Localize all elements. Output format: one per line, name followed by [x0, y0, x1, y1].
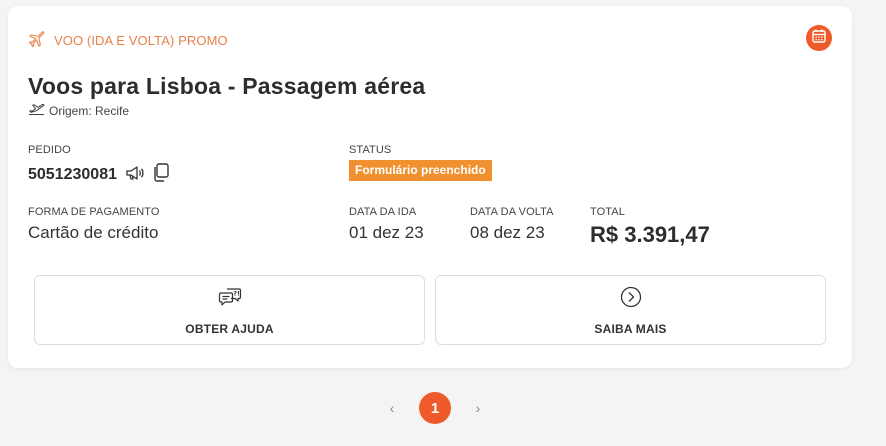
- copy-icon[interactable]: [153, 163, 169, 187]
- payment-label: FORMA DE PAGAMENTO: [28, 206, 160, 218]
- origin-row: Origem: Recife: [28, 102, 129, 119]
- payment-value: Cartão de crédito: [28, 223, 159, 242]
- megaphone-icon[interactable]: [125, 165, 145, 186]
- takeoff-icon: [28, 102, 45, 119]
- promo-header: VOO (IDA E VOLTA) PROMO: [28, 30, 228, 51]
- total-label: TOTAL: [590, 206, 625, 218]
- origin-text: Origem: Recife: [49, 103, 130, 118]
- learn-more-button[interactable]: SAIBA MAIS: [435, 275, 826, 345]
- next-page-icon[interactable]: ›: [471, 400, 485, 416]
- page-1-button[interactable]: 1: [419, 392, 451, 424]
- get-help-button[interactable]: ?! OBTER AJUDA: [34, 275, 425, 345]
- chevron-right-circle-icon: [620, 286, 642, 308]
- order-number-row: 5051230081: [28, 163, 169, 187]
- order-card: VOO (IDA E VOLTA) PROMO Voos para Lisboa…: [8, 6, 852, 368]
- prev-page-icon[interactable]: ‹: [385, 400, 399, 416]
- page-title: Voos para Lisboa - Passagem aérea: [28, 73, 426, 99]
- airplane-icon: [28, 30, 46, 51]
- order-label: PEDIDO: [28, 144, 71, 156]
- promo-label: VOO (IDA E VOLTA) PROMO: [54, 33, 228, 48]
- help-chat-icon: ?!: [218, 286, 242, 308]
- calendar-icon: [811, 28, 827, 49]
- get-help-label: OBTER AJUDA: [185, 322, 274, 336]
- status-label: STATUS: [349, 144, 392, 156]
- departure-label: DATA DA IDA: [349, 206, 417, 218]
- return-label: DATA DA VOLTA: [470, 206, 554, 218]
- total-value: R$ 3.391,47: [590, 222, 710, 247]
- calendar-button[interactable]: [806, 25, 832, 51]
- svg-text:?!: ?!: [233, 290, 240, 298]
- order-number: 5051230081: [28, 166, 117, 183]
- pagination: ‹ 1 ›: [0, 392, 870, 424]
- departure-value: 01 dez 23: [349, 223, 424, 242]
- status-badge: Formulário preenchido: [349, 160, 492, 181]
- learn-more-label: SAIBA MAIS: [594, 322, 667, 336]
- return-value: 08 dez 23: [470, 223, 545, 242]
